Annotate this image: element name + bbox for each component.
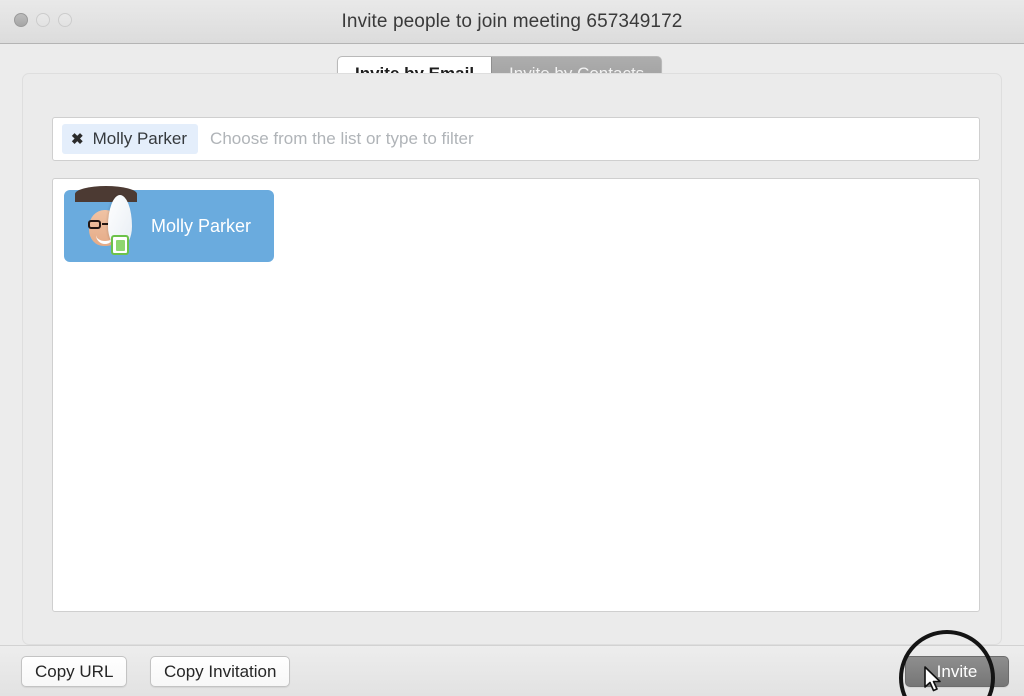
list-item-label: Molly Parker bbox=[151, 215, 252, 236]
avatar bbox=[75, 186, 137, 255]
recipient-chip-label: Molly Parker bbox=[92, 129, 188, 148]
close-icon[interactable]: ✖ bbox=[71, 132, 84, 147]
invite-dialog-window: Invite people to join meeting 657349172 … bbox=[0, 0, 1024, 696]
filter-input[interactable]: Choose from the list or type to filter bbox=[210, 129, 979, 149]
invite-button[interactable]: Invite bbox=[905, 656, 1009, 687]
contact-list[interactable]: Molly Parker bbox=[52, 178, 980, 612]
recipient-chip-molly-parker[interactable]: ✖ Molly Parker bbox=[62, 124, 199, 154]
copy-url-button[interactable]: Copy URL bbox=[21, 656, 128, 687]
footer-bar: Copy URL Copy Invitation Invite bbox=[0, 645, 1024, 696]
mobile-presence-icon bbox=[111, 235, 129, 255]
recipient-filter-field[interactable]: ✖ Molly Parker Choose from the list or t… bbox=[52, 117, 980, 161]
title-bar: Invite people to join meeting 657349172 bbox=[0, 0, 1024, 44]
copy-invitation-button[interactable]: Copy Invitation bbox=[150, 656, 291, 687]
window-title: Invite people to join meeting 657349172 bbox=[341, 11, 683, 32]
list-item[interactable]: Molly Parker bbox=[64, 186, 274, 262]
